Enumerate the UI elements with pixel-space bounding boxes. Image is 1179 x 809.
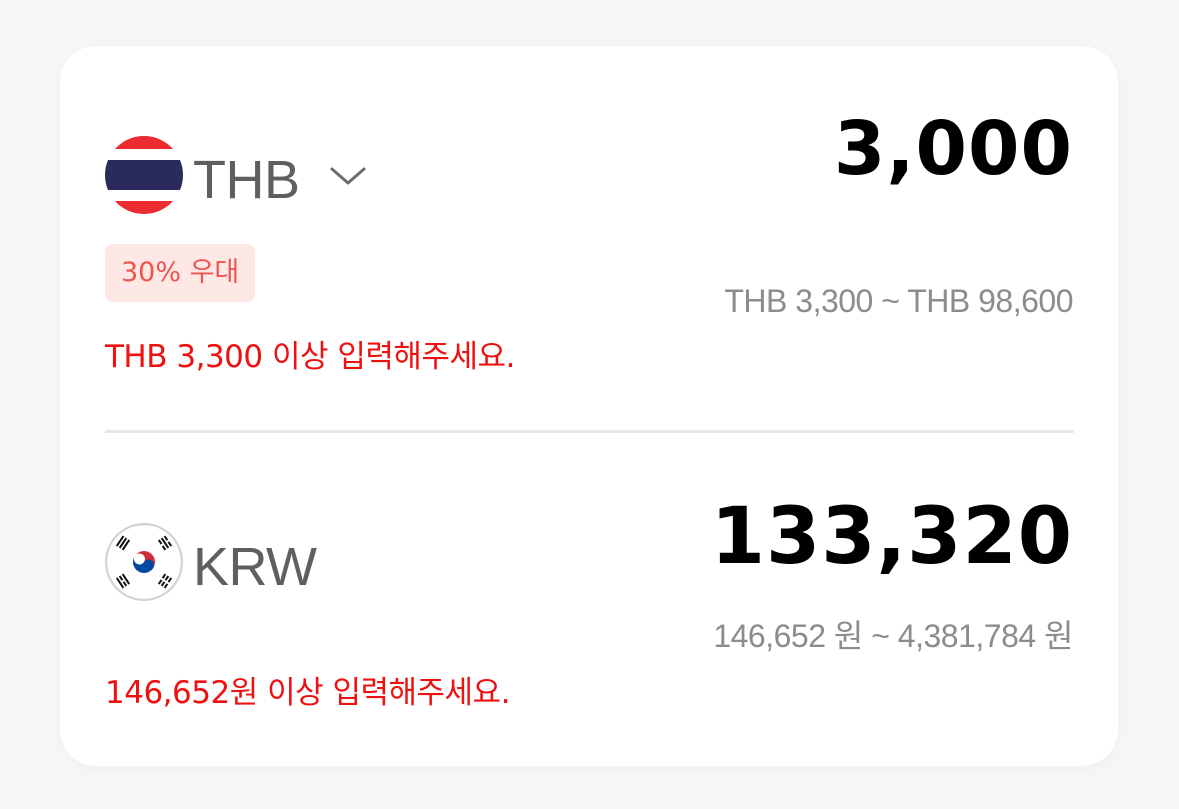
target-error-message: 146,652원 이상 입력해주세요.: [105, 675, 510, 711]
discount-badge: 30% 우대: [105, 244, 256, 302]
target-currency-code: KRW: [193, 537, 317, 597]
south-korea-flag-icon: [105, 523, 183, 601]
source-amount-input[interactable]: 3,000: [834, 112, 1073, 186]
target-amount-range: 146,652 원 ~ 4,381,784 원: [713, 618, 1073, 654]
currency-converter-card: THB 3,000 30% 우대 THB 3,300 ~ THB 98,600 …: [60, 46, 1118, 766]
source-currency-code[interactable]: THB: [193, 153, 300, 207]
source-error-message: THB 3,300 이상 입력해주세요.: [105, 339, 515, 375]
section-divider: [105, 430, 1074, 433]
chevron-down-icon[interactable]: [328, 164, 368, 188]
source-amount-range: THB 3,300 ~ THB 98,600: [724, 283, 1073, 319]
target-amount: 133,320: [710, 492, 1073, 582]
thailand-flag-icon[interactable]: [105, 136, 183, 214]
